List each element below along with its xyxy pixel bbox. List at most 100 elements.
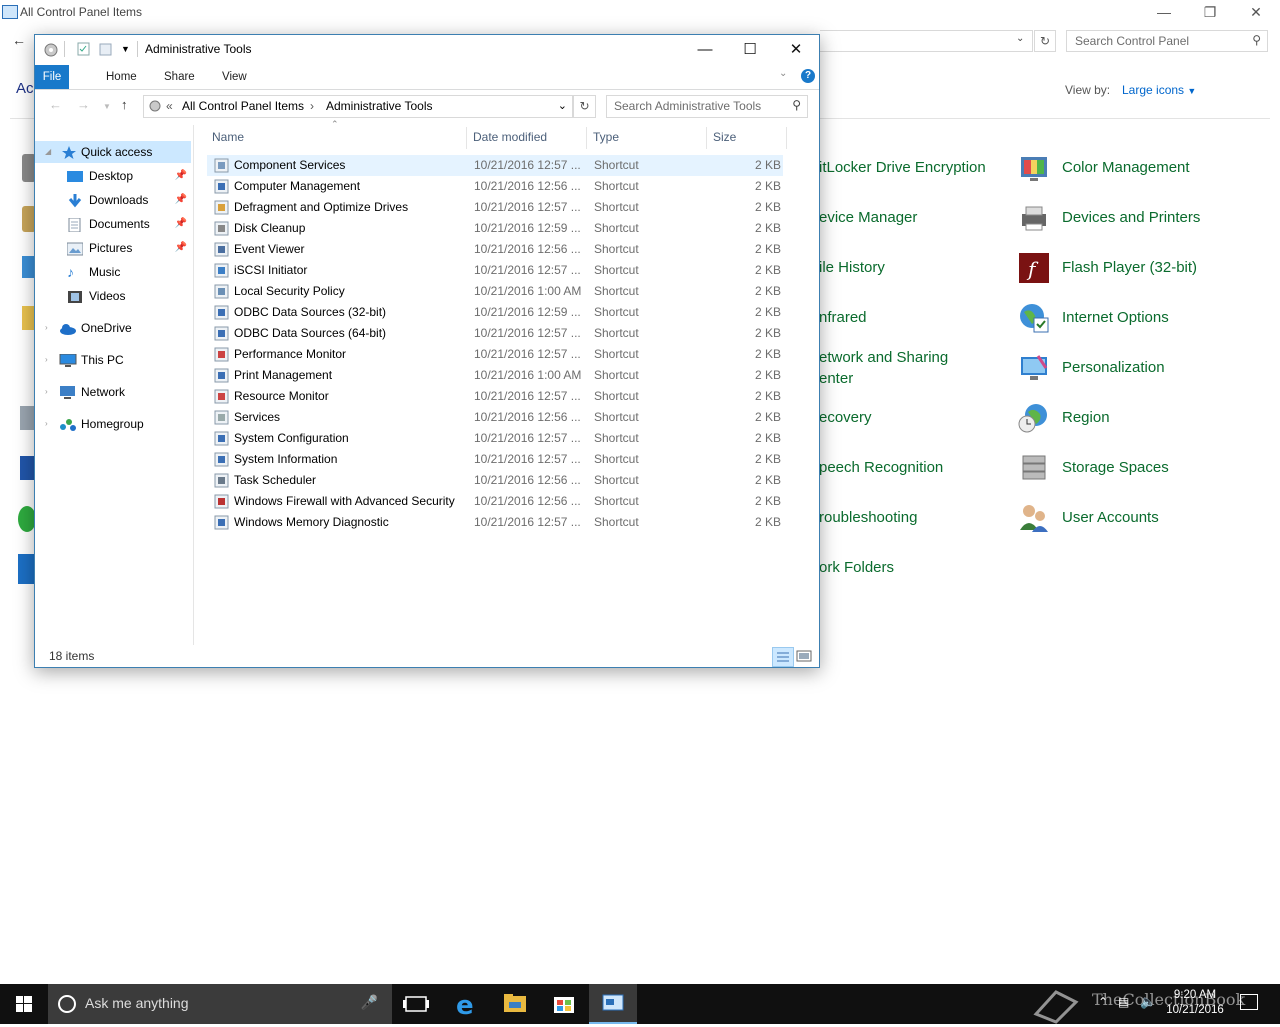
minimize-button[interactable]: —	[1141, 0, 1187, 26]
nav-item-this-pc[interactable]: › This PC	[35, 349, 191, 371]
cp-item-devices-printers[interactable]: Devices and Printers	[1062, 209, 1200, 226]
table-row[interactable]: iSCSI Initiator 10/21/2016 12:57 ... Short…	[207, 260, 783, 281]
table-row[interactable]: System Information 10/21/2016 12:57 ... Sh…	[207, 449, 783, 470]
refresh-button[interactable]: ↻	[1034, 30, 1056, 52]
nav-item-quick-access[interactable]: ◢ Quick access	[35, 141, 191, 163]
table-row[interactable]: Windows Firewall with Advanced Security 1…	[207, 491, 783, 512]
store-icon[interactable]	[540, 984, 588, 1024]
tab-home[interactable]: Home	[95, 65, 148, 89]
chevron-right-icon[interactable]: ›	[45, 381, 48, 403]
network-status-icon[interactable]: ▤	[1118, 995, 1129, 1009]
task-view-button[interactable]	[392, 984, 440, 1024]
divider[interactable]	[586, 127, 587, 149]
chevron-right-icon[interactable]: ›	[45, 413, 48, 435]
tab-share[interactable]: Share	[153, 65, 206, 89]
cp-item-recovery[interactable]: ecovery	[819, 409, 872, 426]
pin-icon[interactable]: 📌	[175, 189, 187, 211]
table-row[interactable]: System Configuration 10/21/2016 12:57 ...…	[207, 428, 783, 449]
table-row[interactable]: Local Security Policy 10/21/2016 1:00 AM S…	[207, 281, 783, 302]
table-row[interactable]: Performance Monitor 10/21/2016 12:57 ... S…	[207, 344, 783, 365]
view-by-dropdown[interactable]: Large icons ▼	[1122, 83, 1196, 97]
breadcrumb-control-panel[interactable]: All Control Panel Items	[182, 99, 304, 113]
chevron-down-icon[interactable]: ⌄	[558, 99, 567, 112]
address-bar[interactable]: « All Control Panel Items › Administrati…	[143, 95, 573, 118]
pin-icon[interactable]: 📌	[175, 213, 187, 235]
chevron-right-icon[interactable]: ›	[45, 317, 48, 339]
table-row[interactable]: Defragment and Optimize Drives 10/21/2016…	[207, 197, 783, 218]
back-arrow-icon[interactable]: ←	[49, 97, 62, 112]
divider[interactable]	[786, 127, 787, 149]
pin-icon[interactable]: 📌	[175, 237, 187, 259]
divider[interactable]	[706, 127, 707, 149]
cortana-search-box[interactable]: Ask me anything 🎤	[48, 984, 392, 1024]
edge-icon[interactable]: e	[442, 984, 490, 1024]
table-row[interactable]: ODBC Data Sources (32-bit) 10/21/2016 12:…	[207, 302, 783, 323]
control-panel-search-input[interactable]: Search Control Panel ⚲	[1066, 30, 1268, 52]
large-icons-view-button[interactable]	[794, 647, 814, 665]
column-header-name[interactable]: Name	[212, 125, 244, 149]
nav-item-downloads[interactable]: Downloads 📌	[35, 189, 191, 211]
breadcrumb-overflow[interactable]: «	[166, 99, 173, 113]
show-hidden-icons-chevron-icon[interactable]: ⌃	[1098, 995, 1108, 1009]
cp-item-user-accounts[interactable]: User Accounts	[1062, 509, 1159, 526]
control-panel-address-bar[interactable]	[820, 30, 1033, 52]
table-row[interactable]: ODBC Data Sources (64-bit) 10/21/2016 12:…	[207, 323, 783, 344]
cp-item-internet-options[interactable]: Internet Options	[1062, 309, 1169, 326]
table-row[interactable]: Task Scheduler 10/21/2016 12:56 ... Shortc…	[207, 470, 783, 491]
nav-item-pictures[interactable]: Pictures 📌	[35, 237, 191, 259]
nav-item-desktop[interactable]: Desktop 📌	[35, 165, 191, 187]
nav-item-videos[interactable]: Videos	[35, 285, 191, 307]
table-row[interactable]: Disk Cleanup 10/21/2016 12:59 ... Shortcut…	[207, 218, 783, 239]
properties-icon[interactable]	[77, 42, 91, 56]
nav-item-music[interactable]: ♪ Music	[35, 261, 191, 283]
pin-icon[interactable]: 📌	[175, 165, 187, 187]
file-explorer-icon[interactable]	[491, 984, 539, 1024]
column-header-date[interactable]: Date modified	[473, 125, 547, 149]
cp-item-speech-recognition[interactable]: peech Recognition	[819, 459, 943, 476]
table-row[interactable]: Computer Management 10/21/2016 12:56 ... S…	[207, 176, 783, 197]
tab-view[interactable]: View	[211, 65, 258, 89]
customize-toolbar-chevron-icon[interactable]: ▼	[121, 44, 130, 54]
refresh-button[interactable]: ↻	[573, 95, 596, 118]
cp-item-file-history[interactable]: ile History	[819, 259, 885, 276]
chevron-right-icon[interactable]: ›	[45, 349, 48, 371]
microphone-icon[interactable]: 🎤	[361, 994, 378, 1011]
cp-item-device-manager[interactable]: evice Manager	[819, 209, 917, 226]
cp-item-infrared[interactable]: nfrared	[819, 309, 867, 326]
minimize-button[interactable]: —	[682, 35, 728, 65]
clock[interactable]: 9:20 AM 10/21/2016	[1150, 988, 1240, 1018]
restore-button[interactable]: ❐	[1187, 0, 1233, 26]
chevron-down-icon[interactable]: ⌄	[1016, 33, 1024, 44]
column-header-type[interactable]: Type	[593, 125, 619, 149]
up-arrow-icon[interactable]: ↑	[121, 97, 128, 112]
chevron-down-icon[interactable]: ◢	[45, 141, 51, 163]
start-button[interactable]	[0, 984, 48, 1024]
column-header-size[interactable]: Size	[713, 125, 736, 149]
cp-item-region[interactable]: Region	[1062, 409, 1110, 426]
nav-item-homegroup[interactable]: › Homegroup	[35, 413, 191, 435]
control-panel-taskbar-icon[interactable]	[589, 984, 637, 1024]
expand-ribbon-chevron-icon[interactable]: ⌄	[779, 68, 787, 79]
action-center-icon[interactable]	[1240, 994, 1258, 1010]
recent-locations-chevron-icon[interactable]: ▼	[103, 102, 111, 111]
divider[interactable]	[466, 127, 467, 149]
new-folder-icon[interactable]	[99, 42, 113, 56]
cp-item-bitlocker[interactable]: itLocker Drive Encryption	[819, 159, 986, 176]
table-row[interactable]: Services 10/21/2016 12:56 ... Shortcut 2 KB	[207, 407, 783, 428]
nav-item-network[interactable]: › Network	[35, 381, 191, 403]
cp-item-personalization[interactable]: Personalization	[1062, 359, 1165, 376]
back-arrow-icon[interactable]: ←	[12, 32, 26, 48]
search-input[interactable]: Search Administrative Tools ⚲	[606, 95, 808, 118]
table-row[interactable]: Event Viewer 10/21/2016 12:56 ... Shortcut…	[207, 239, 783, 260]
breadcrumb-admin-tools[interactable]: Administrative Tools	[326, 99, 433, 113]
nav-item-onedrive[interactable]: › OneDrive	[35, 317, 191, 339]
table-row[interactable]: Windows Memory Diagnostic 10/21/2016 12:5…	[207, 512, 783, 533]
cp-item-network-sharing-line2[interactable]: enter	[819, 370, 853, 387]
table-row[interactable]: Resource Monitor 10/21/2016 12:57 ... Shor…	[207, 386, 783, 407]
cp-item-work-folders[interactable]: ork Folders	[819, 559, 894, 576]
close-button[interactable]: ✕	[773, 35, 819, 65]
cp-item-troubleshooting[interactable]: roubleshooting	[819, 509, 917, 526]
close-button[interactable]: ✕	[1233, 0, 1279, 26]
cp-item-color-management[interactable]: Color Management	[1062, 159, 1190, 176]
nav-item-documents[interactable]: Documents 📌	[35, 213, 191, 235]
